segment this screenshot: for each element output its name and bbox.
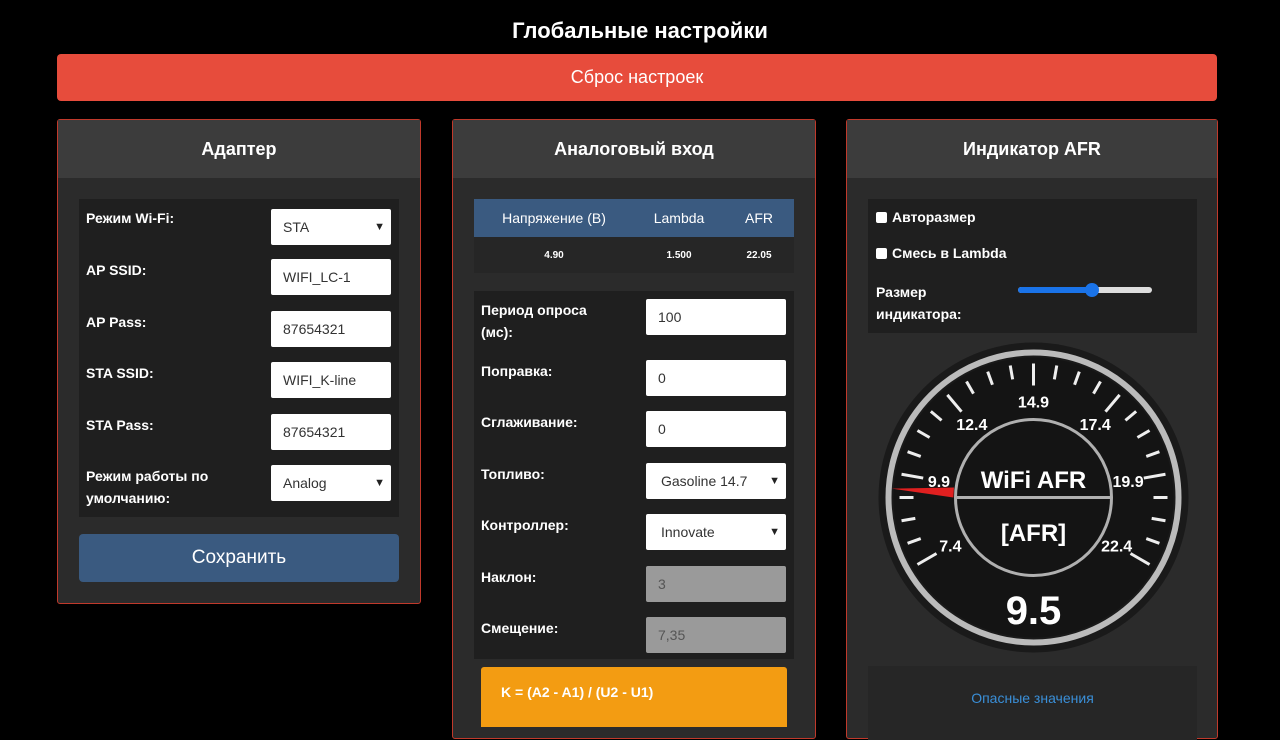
gauge-size-label: Размер индикатора: xyxy=(876,281,962,325)
gauge-value: 9.5 xyxy=(1006,589,1062,633)
default-mode-label: Режим работы по умолчанию: xyxy=(86,465,208,509)
ap-ssid-value: WIFI_LC-1 xyxy=(283,269,351,285)
afr-header: AFR xyxy=(745,210,773,226)
gauge-title: WiFi AFR xyxy=(981,467,1087,494)
ap-pass-input[interactable]: 87654321 xyxy=(271,311,391,347)
correction-label: Поправка: xyxy=(481,363,553,379)
chevron-down-icon: ▼ xyxy=(374,221,385,233)
default-mode-value: Analog xyxy=(283,475,327,491)
chevron-down-icon: ▼ xyxy=(374,477,385,489)
gauge-tick-label: 14.9 xyxy=(1018,395,1049,412)
slope-label: Наклон: xyxy=(481,569,537,585)
reset-settings-button[interactable]: Сброс настроек xyxy=(57,54,1217,101)
danger-values-section: Опасные значения xyxy=(868,666,1197,740)
poll-period-value: 100 xyxy=(658,309,682,325)
adapter-form: Режим Wi-Fi: STA ▼ AP SSID: WIFI_LC-1 AP… xyxy=(79,199,399,517)
wifi-mode-value: STA xyxy=(283,219,310,235)
voltage-value: 4.90 xyxy=(544,249,564,261)
afr-gauge: 7.49.912.414.917.419.922.4 WiFi AFR [AFR… xyxy=(878,342,1189,653)
poll-period-label-line2: (мс): xyxy=(481,324,513,340)
sta-ssid-value: WIFI_K-line xyxy=(283,372,357,388)
sta-pass-label: STA Pass: xyxy=(86,417,154,433)
analog-form: Период опроса (мс): 100 Поправка: 0 Сгла… xyxy=(474,291,794,659)
afr-panel: Индикатор AFR Авторазмер Смесь в Lambda … xyxy=(846,119,1218,740)
smoothing-input[interactable]: 0 xyxy=(646,411,786,447)
afr-value: 22.05 xyxy=(746,249,772,261)
gauge-tick-label: 7.4 xyxy=(939,539,961,556)
slope-value: 3 xyxy=(658,576,666,592)
correction-value: 0 xyxy=(658,370,666,386)
ap-ssid-input[interactable]: WIFI_LC-1 xyxy=(271,259,391,295)
controller-label: Контроллер: xyxy=(481,517,569,533)
page-title: Глобальные настройки xyxy=(512,18,768,43)
afr-options: Авторазмер Смесь в Lambda Размер индикат… xyxy=(868,199,1197,333)
lambda-value: 1.500 xyxy=(666,249,692,261)
offset-input: 7,35 xyxy=(646,617,786,653)
adapter-panel: Адаптер Режим Wi-Fi: STA ▼ AP SSID: WIFI… xyxy=(57,119,421,604)
autosize-checkbox[interactable] xyxy=(876,211,887,223)
fuel-label: Топливо: xyxy=(481,466,545,482)
sta-pass-input[interactable]: 87654321 xyxy=(271,414,391,450)
smoothing-label: Сглаживание: xyxy=(481,414,578,430)
poll-period-label: Период опроса (мс): xyxy=(481,299,587,343)
lambda-checkbox[interactable] xyxy=(876,247,887,259)
gauge-tick-label: 19.9 xyxy=(1112,474,1143,491)
poll-period-input[interactable]: 100 xyxy=(646,299,786,335)
analog-panel-title: Аналоговый вход xyxy=(453,120,815,178)
wifi-mode-label: Режим Wi-Fi: xyxy=(86,210,175,226)
save-button[interactable]: Сохранить xyxy=(79,534,399,582)
gauge-tick-label: 17.4 xyxy=(1080,417,1111,434)
lambda-header: Lambda xyxy=(653,210,705,226)
lambda-label: Смесь в Lambda xyxy=(892,245,1007,261)
danger-values-link[interactable]: Опасные значения xyxy=(868,690,1197,706)
correction-input[interactable]: 0 xyxy=(646,360,786,396)
autosize-option[interactable]: Авторазмер xyxy=(876,209,976,225)
lambda-option[interactable]: Смесь в Lambda xyxy=(876,245,1007,261)
slider-thumb[interactable] xyxy=(1084,283,1099,297)
gauge-size-slider[interactable] xyxy=(1018,283,1152,297)
default-mode-select[interactable]: Analog ▼ xyxy=(271,465,391,501)
analog-table-header: Напряжение (В) Lambda AFR xyxy=(474,199,794,237)
controller-select[interactable]: Innovate ▼ xyxy=(646,514,786,550)
chevron-down-icon: ▼ xyxy=(769,526,780,538)
poll-period-label-line1: Период опроса xyxy=(481,302,587,318)
sta-ssid-input[interactable]: WIFI_K-line xyxy=(271,362,391,398)
slope-input: 3 xyxy=(646,566,786,602)
calibration-formula: K = (A2 - A1) / (U2 - U1) xyxy=(481,667,787,727)
analog-readings-table: Напряжение (В) Lambda AFR 4.90 1.500 22.… xyxy=(474,199,794,273)
autosize-label: Авторазмер xyxy=(892,209,976,225)
gauge-tick-label: 22.4 xyxy=(1101,539,1132,556)
default-mode-label-line1: Режим работы по xyxy=(86,468,209,484)
voltage-header: Напряжение (В) xyxy=(502,210,606,226)
adapter-panel-title: Адаптер xyxy=(58,120,420,178)
analog-panel: Аналоговый вход Напряжение (В) Lambda AF… xyxy=(452,119,816,739)
controller-value: Innovate xyxy=(661,524,715,540)
smoothing-value: 0 xyxy=(658,421,666,437)
gauge-unit: [AFR] xyxy=(1001,520,1066,547)
wifi-mode-select[interactable]: STA ▼ xyxy=(271,209,391,245)
sta-pass-value: 87654321 xyxy=(283,424,346,440)
sta-ssid-label: STA SSID: xyxy=(86,365,154,381)
fuel-select[interactable]: Gasoline 14.7 ▼ xyxy=(646,463,786,499)
offset-label: Смещение: xyxy=(481,620,559,636)
gauge-tick-label: 12.4 xyxy=(956,417,987,434)
slider-fill xyxy=(1018,287,1092,293)
chevron-down-icon: ▼ xyxy=(769,475,780,487)
ap-pass-value: 87654321 xyxy=(283,321,346,337)
fuel-value: Gasoline 14.7 xyxy=(661,473,748,489)
analog-table-row: 4.90 1.500 22.05 xyxy=(474,237,794,273)
ap-ssid-label: AP SSID: xyxy=(86,262,147,278)
gauge-size-label-line2: индикатора: xyxy=(876,306,962,322)
afr-panel-title: Индикатор AFR xyxy=(847,120,1217,178)
gauge-size-label-line1: Размер xyxy=(876,284,927,300)
offset-value: 7,35 xyxy=(658,627,686,643)
default-mode-label-line2: умолчанию: xyxy=(86,490,171,506)
ap-pass-label: AP Pass: xyxy=(86,314,147,330)
